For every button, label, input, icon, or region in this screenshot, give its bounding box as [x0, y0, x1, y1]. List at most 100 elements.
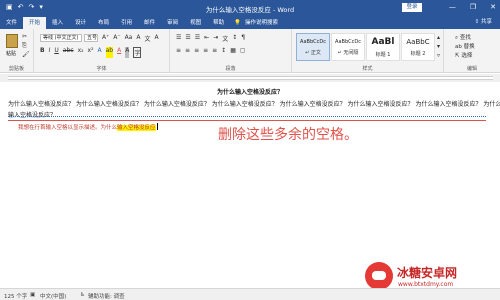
- editing-group: ⌕ 查找 ab 替换 ⇱ 选择 编辑: [444, 29, 500, 73]
- style-heading-1[interactable]: AaBl 标题 1: [366, 33, 400, 61]
- style-normal[interactable]: AaBbCcDc ↵ 正文: [296, 33, 330, 61]
- minimize-button[interactable]: —: [449, 2, 456, 13]
- font-group-label: 字体: [96, 66, 107, 72]
- tab-file[interactable]: 文件: [0, 17, 23, 29]
- status-bar: 125 个字 ▣ 中文(中国) ♿ 辅助功能: 调查: [0, 288, 500, 300]
- font-size-select[interactable]: 五号: [84, 34, 98, 42]
- tab-design[interactable]: 设计: [69, 17, 92, 29]
- tab-help[interactable]: 帮助: [207, 17, 230, 29]
- tab-view[interactable]: 视图: [184, 17, 207, 29]
- decrease-indent-icon[interactable]: ⇤: [204, 34, 209, 43]
- paragraph-group-label: 段落: [225, 66, 236, 72]
- enclose-char-icon[interactable]: 字: [133, 47, 142, 58]
- accessibility-status[interactable]: 辅助功能: 调查: [88, 292, 125, 300]
- share-icon: ⇪: [474, 19, 480, 25]
- grow-font-icon[interactable]: A⁺: [102, 34, 109, 43]
- font-row-1: A⁺ A⁻ Aa A 文 A: [102, 34, 159, 43]
- close-button[interactable]: ✕: [490, 2, 496, 13]
- justify-icon[interactable]: ≡: [203, 47, 208, 54]
- ribbon-tabs: 文件 开始 插入 设计 布局 引用 邮件 审阅 视图 帮助 💡 操作说明搜索 ⇪…: [0, 15, 500, 29]
- clipboard-group-label: 剪贴板: [8, 66, 24, 72]
- phonetic-guide-icon[interactable]: 文: [144, 34, 150, 43]
- subscript-icon[interactable]: x₂: [78, 47, 84, 58]
- note-line: 我想在行首输入空格以显示描述。为什么输入空格没反应: [18, 123, 158, 131]
- language-status[interactable]: 中文(中国): [40, 292, 66, 300]
- tab-mailings[interactable]: 邮件: [138, 17, 161, 29]
- styles-group-label: 样式: [362, 66, 373, 72]
- superscript-icon[interactable]: x²: [88, 47, 94, 58]
- gamepad-logo-icon: [365, 262, 393, 290]
- bullets-icon[interactable]: ☰: [176, 34, 181, 43]
- tab-insert[interactable]: 插入: [46, 17, 69, 29]
- ruler-track[interactable]: [8, 76, 493, 80]
- note-highlight: 输入空格没反应: [117, 125, 156, 131]
- body-line-2: 输入空格没反应？: [8, 112, 57, 119]
- font-color-icon[interactable]: A: [117, 47, 121, 58]
- ribbon: 粘贴 ✂ ⎘ 🖌 剪贴板 等线 (中文正文) 五号 A⁺ A⁻ Aa A 文 A…: [0, 29, 500, 73]
- style-no-spacing[interactable]: AaBbCcDc ↵ 无间隔: [331, 33, 365, 61]
- numbering-icon[interactable]: ☰: [185, 34, 190, 43]
- undo-icon[interactable]: ↶: [18, 4, 24, 11]
- format-painter-icon[interactable]: 🖌: [22, 51, 30, 58]
- align-left-icon[interactable]: ≡: [176, 47, 181, 54]
- sort-icon[interactable]: ↕: [232, 34, 237, 43]
- find-button[interactable]: ⌕ 查找: [455, 33, 471, 42]
- tab-review[interactable]: 审阅: [161, 17, 184, 29]
- copy-icon[interactable]: ⎘: [22, 42, 27, 50]
- align-right-icon[interactable]: ≡: [194, 47, 199, 54]
- italic-icon[interactable]: I: [49, 47, 51, 58]
- word-count[interactable]: 125 个字: [4, 292, 27, 300]
- cut-icon[interactable]: ✂: [22, 33, 27, 40]
- title-bar: ▣ ↶ ↷ ▾ 为什么输入空格没反应 - Word 登录 — ❐ ✕: [0, 0, 500, 15]
- replace-button[interactable]: ab 替换: [455, 42, 475, 50]
- tab-references[interactable]: 引用: [115, 17, 138, 29]
- editing-group-label: 编辑: [466, 66, 477, 72]
- tab-layout[interactable]: 布局: [92, 17, 115, 29]
- tell-me-search[interactable]: 操作说明搜索: [241, 17, 278, 29]
- customize-icon[interactable]: ▾: [39, 4, 43, 11]
- document-page[interactable]: 为什么输入空格没反应？ 为什么输入空格没反应？ 为什么输入空格没反应？ 为什么输…: [0, 82, 500, 287]
- underline-icon[interactable]: U: [54, 47, 58, 58]
- clear-format-icon[interactable]: A: [136, 34, 140, 43]
- restore-button[interactable]: ❐: [470, 2, 476, 13]
- share-button[interactable]: ⇪ 共享: [475, 17, 492, 25]
- font-group: 等线 (中文正文) 五号 A⁺ A⁻ Aa A 文 A B I U abc x₂…: [34, 29, 170, 73]
- shading-icon[interactable]: ▦: [230, 47, 236, 54]
- chinese-layout-icon[interactable]: 文: [222, 34, 228, 43]
- accessibility-icon[interactable]: ♿: [80, 292, 85, 298]
- select-button[interactable]: ⇱ 选择: [455, 51, 472, 59]
- font-name-select[interactable]: 等线 (中文正文): [40, 34, 82, 42]
- text-effects-icon[interactable]: A: [98, 47, 102, 58]
- styles-scroll-down-icon[interactable]: ▾: [437, 43, 440, 50]
- borders-icon[interactable]: ▢: [240, 47, 246, 54]
- styles-scroll-up-icon[interactable]: ▴: [437, 34, 440, 41]
- tab-home[interactable]: 开始: [23, 17, 47, 29]
- char-shading-icon[interactable]: A: [125, 47, 130, 58]
- bold-icon[interactable]: B: [40, 47, 45, 58]
- style-heading-2[interactable]: AaBbC 标题 2: [401, 33, 435, 61]
- align-center-icon[interactable]: ≡: [185, 47, 190, 54]
- save-icon[interactable]: ▣: [6, 4, 13, 11]
- style-heading-1-name: 标题 1: [375, 52, 391, 58]
- styles-group: AaBbCcDc ↵ 正文 AaBbCcDc ↵ 无间隔 AaBl 标题 1 A…: [292, 29, 444, 73]
- strikethrough-icon[interactable]: abc: [63, 47, 74, 58]
- char-border-icon[interactable]: A: [154, 34, 158, 43]
- shrink-font-icon[interactable]: A⁻: [113, 34, 120, 43]
- paragraph-row-2: ≡ ≡ ≡ ≡ ≡ ↕ ▦ ▢: [176, 47, 246, 54]
- redo-icon[interactable]: ↷: [29, 4, 35, 11]
- login-button[interactable]: 登录: [402, 3, 422, 12]
- watermark-name: 冰糖安卓网: [397, 266, 458, 280]
- paragraph-group: ☰ ☰ ☰ ⇤ ⇥ 文 ↕ ¶ ≡ ≡ ≡ ≡ ≡ ↕ ▦ ▢ 段落: [170, 29, 292, 73]
- paste-button-label[interactable]: 粘贴: [6, 50, 16, 57]
- styles-more-icon[interactable]: ▿: [437, 52, 440, 59]
- change-case-icon[interactable]: Aa: [125, 34, 133, 43]
- proofing-icon[interactable]: ▣: [30, 292, 35, 298]
- increase-indent-icon[interactable]: ⇥: [213, 34, 218, 43]
- highlight-icon[interactable]: ab: [105, 47, 114, 58]
- share-label: 共享: [480, 19, 492, 25]
- distributed-icon[interactable]: ≡: [212, 47, 217, 54]
- show-marks-icon[interactable]: ¶: [241, 34, 245, 43]
- paste-icon[interactable]: [6, 34, 18, 48]
- multilevel-list-icon[interactable]: ☰: [195, 34, 200, 43]
- line-spacing-icon[interactable]: ↕: [221, 47, 226, 54]
